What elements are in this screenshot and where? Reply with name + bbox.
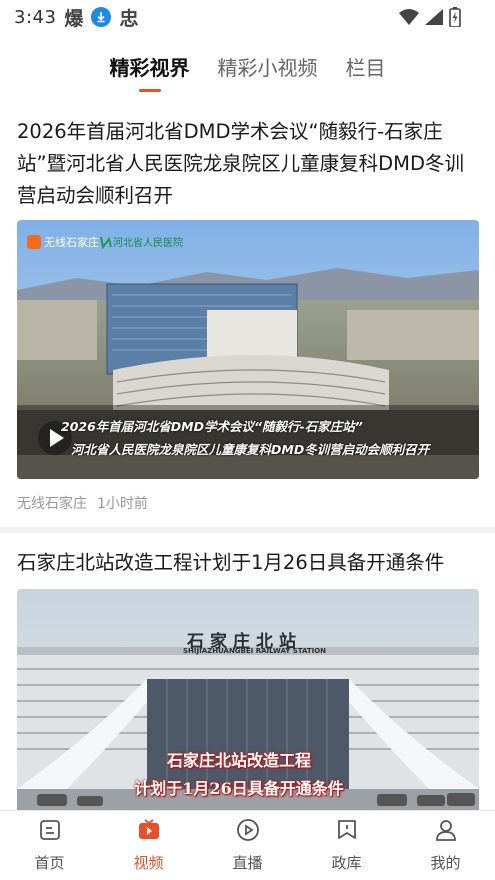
video-caption-overlay: 石家庄北站改造工程 计划于1月26日具备开通条件 (17, 747, 479, 799)
video-thumbnail[interactable]: 石家庄北站 SHIJIAZHUANGBEI RAILWAY STATION 石家… (17, 589, 479, 810)
feed-card[interactable]: 2026年首届河北省DMD学术会议“随毅行-石家庄站”暨河北省人民医院龙泉院区儿… (0, 104, 495, 527)
card-source: 无线石家庄 (17, 496, 87, 512)
card-time: 1小时前 (97, 496, 148, 512)
notification-glyph: 爆 (64, 7, 84, 30)
wifi-icon (399, 9, 419, 29)
nav-profile[interactable]: 我的 (396, 811, 495, 880)
card-meta: 无线石家庄 1小时前 (17, 493, 478, 517)
nav-video[interactable]: 视频 (99, 811, 198, 880)
caption-line-2: 计划于1月26日具备开通条件 (134, 779, 344, 798)
video-feed[interactable]: 2026年首届河北省DMD学术会议“随毅行-石家庄站”暨河北省人民医院龙泉院区儿… (0, 104, 495, 810)
battery-icon (449, 7, 461, 31)
channel-logo-text: 无线石家庄 (44, 236, 99, 249)
bottom-nav: 首页 视频 直播 政库 我的 (0, 810, 495, 880)
station-sign-english: SHIJIAZHUANGBEI RAILWAY STATION (183, 647, 327, 655)
video-thumbnail[interactable]: 无线石家庄 河北省人民医院 2026年首届河北省DMD学术会议“随毅行-石家庄站… (17, 220, 479, 479)
nav-label: 政库 (331, 854, 362, 872)
feed-card[interactable]: 石家庄北站改造工程计划于1月26日具备开通条件 石家庄北站 SHIJIAZHUA… (0, 533, 495, 810)
nav-label: 直播 (232, 854, 263, 872)
tab-highlights[interactable]: 精彩视界 (96, 42, 204, 92)
tab-short-videos[interactable]: 精彩小视频 (204, 42, 332, 92)
card-title[interactable]: 2026年首届河北省DMD学术会议“随毅行-石家庄站”暨河北省人民医院龙泉院区儿… (17, 116, 478, 212)
video-icon (137, 818, 161, 846)
video-caption-overlay: 2026年首届河北省DMD学术会议“随毅行-石家庄站” 河北省人民医院龙泉院区儿… (57, 416, 477, 458)
card-title[interactable]: 石家庄北站改造工程计划于1月26日具备开通条件 (17, 547, 478, 579)
nav-live[interactable]: 直播 (198, 811, 297, 880)
caption-line-2: 河北省人民医院龙泉院区儿童康复科DMD冬训营启动会顺利召开 (71, 442, 430, 457)
download-icon (91, 7, 112, 27)
tab-columns[interactable]: 栏目 (332, 42, 400, 92)
status-bar: 3:43 爆 忠 (0, 0, 495, 34)
signal-icon (425, 9, 443, 29)
caption-line-1: 2026年首届河北省DMD学术会议“随毅行-石家庄站” (61, 419, 363, 434)
status-time: 3:43 (14, 6, 57, 28)
nav-label: 视频 (133, 854, 164, 872)
profile-icon (434, 818, 458, 846)
bookmark-icon (335, 818, 359, 846)
top-tabs: 精彩视界 精彩小视频 栏目 (0, 42, 495, 92)
nav-home[interactable]: 首页 (0, 811, 99, 880)
nav-policy-library[interactable]: 政库 (297, 811, 396, 880)
caption-line-1: 石家庄北站改造工程 (166, 751, 311, 770)
partner-logo-text: 河北省人民医院 (113, 238, 183, 249)
home-icon (38, 818, 62, 846)
notification-glyph: 忠 (119, 7, 139, 30)
nav-label: 首页 (34, 854, 65, 872)
nav-label: 我的 (430, 854, 461, 872)
live-icon (236, 818, 260, 846)
